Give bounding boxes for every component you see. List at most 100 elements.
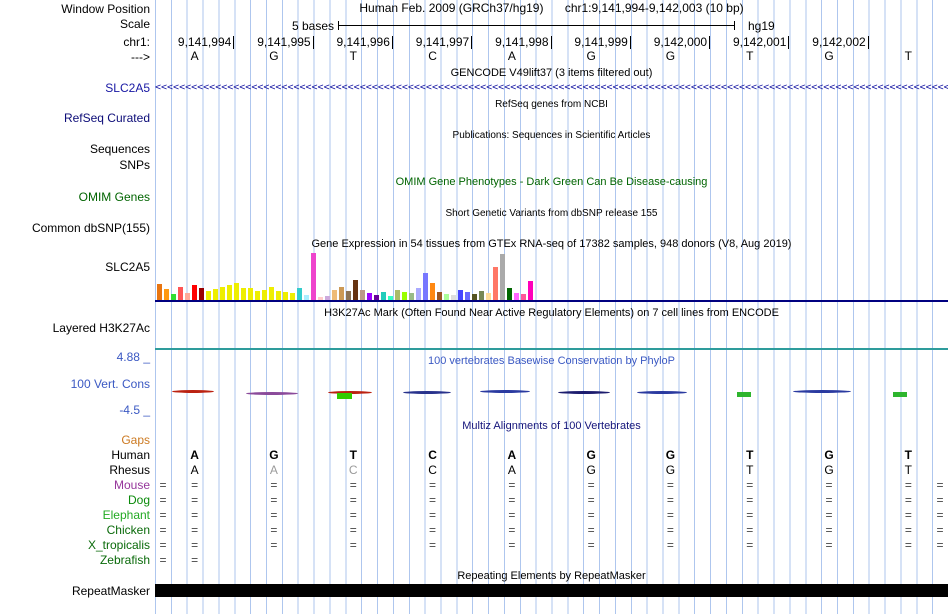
- h3k27ac-track-label[interactable]: Layered H3K27Ac: [0, 322, 150, 335]
- gencode-gene-line[interactable]: <<<<<<<<<<<<<<<<<<<<<<<<<<<<<<<<<<<<<<<<…: [155, 82, 948, 94]
- refseq-track-label[interactable]: RefSeq Curated: [0, 112, 150, 125]
- gtex-track-title[interactable]: Gene Expression in 54 tissues from GTEx …: [155, 238, 948, 251]
- gtex-expression-bar[interactable]: [430, 283, 435, 300]
- gtex-baseline: [155, 300, 948, 302]
- gtex-expression-bar[interactable]: [178, 287, 183, 300]
- species-label-dog[interactable]: Dog: [0, 494, 150, 507]
- gtex-expression-bar[interactable]: [353, 280, 358, 300]
- gtex-expression-bar[interactable]: [346, 291, 351, 300]
- alignment-cell: =: [666, 523, 674, 537]
- gtex-expression-bar[interactable]: [262, 290, 267, 300]
- gtex-expression-bar[interactable]: [185, 293, 190, 300]
- repeatmasker-bar[interactable]: [155, 584, 948, 597]
- alignment-cell: =: [904, 478, 912, 492]
- h3k27ac-track-title[interactable]: H3K27Ac Mark (Often Found Near Active Re…: [155, 307, 948, 320]
- repeatmasker-track-title[interactable]: Repeating Elements by RepeatMasker: [155, 570, 948, 583]
- alignment-cell: =: [429, 523, 437, 537]
- gtex-expression-bar[interactable]: [437, 292, 442, 300]
- alignment-cell: =: [349, 523, 357, 537]
- gtex-gene-label[interactable]: SLC2A5: [0, 261, 150, 274]
- gencode-track-title[interactable]: GENCODE V49lift37 (3 items filtered out): [155, 67, 948, 80]
- gtex-expression-bar[interactable]: [255, 291, 260, 300]
- gtex-expression-bar[interactable]: [206, 291, 211, 300]
- gtex-expression-bar[interactable]: [290, 293, 295, 300]
- alignment-cell: =: [666, 478, 674, 492]
- dbsnp-track-title[interactable]: Short Genetic Variants from dbSNP releas…: [155, 207, 948, 220]
- alignment-cell: =: [508, 538, 516, 552]
- gtex-expression-bar[interactable]: [164, 289, 169, 300]
- species-label-zebrafish[interactable]: Zebrafish: [0, 554, 150, 567]
- cons-track-label[interactable]: 100 Vert. Cons: [0, 378, 150, 391]
- refseq-track-title[interactable]: RefSeq genes from NCBI: [155, 98, 948, 111]
- gtex-expression-bar[interactable]: [220, 287, 225, 300]
- species-label-x_tropicalis[interactable]: X_tropicalis: [0, 539, 150, 552]
- gtex-expression-bar[interactable]: [157, 284, 162, 300]
- gtex-expression-bar[interactable]: [409, 293, 414, 300]
- gtex-expression-bar[interactable]: [493, 267, 498, 300]
- sequences-track-label[interactable]: Sequences: [0, 143, 150, 156]
- ucsc-genome-browser-view: Window Position Human Feb. 2009 (GRCh37/…: [0, 0, 950, 614]
- gtex-expression-bar[interactable]: [367, 293, 372, 300]
- alignment-cell: =: [825, 538, 833, 552]
- gtex-expression-bar[interactable]: [402, 292, 407, 300]
- species-label-gaps[interactable]: Gaps: [0, 434, 150, 447]
- alignment-cell: =: [825, 478, 833, 492]
- gtex-expression-bar[interactable]: [416, 288, 421, 300]
- reference-base: A: [507, 49, 516, 63]
- gtex-expression-bar[interactable]: [199, 288, 204, 300]
- cons-track-title[interactable]: 100 vertebrates Basewise Conservation by…: [155, 355, 948, 368]
- gtex-expression-bar[interactable]: [514, 293, 519, 300]
- alignment-cell: =: [904, 538, 912, 552]
- alignment-cell: =: [587, 508, 595, 522]
- gtex-expression-bar[interactable]: [234, 283, 239, 300]
- gtex-expression-bar[interactable]: [269, 287, 274, 300]
- species-label-human[interactable]: Human: [0, 449, 150, 462]
- alignment-cell: =: [746, 523, 754, 537]
- gencode-track-label[interactable]: SLC2A5: [0, 82, 150, 95]
- gtex-expression-bar[interactable]: [507, 288, 512, 300]
- gtex-expression-bar[interactable]: [395, 290, 400, 300]
- species-label-elephant[interactable]: Elephant: [0, 509, 150, 522]
- dbsnp-track-label[interactable]: Common dbSNP(155): [0, 222, 150, 235]
- gtex-expression-bar[interactable]: [339, 287, 344, 300]
- phylop-mark: [893, 392, 907, 397]
- species-label-mouse[interactable]: Mouse: [0, 479, 150, 492]
- omim-track-title[interactable]: OMIM Gene Phenotypes - Dark Green Can Be…: [155, 176, 948, 189]
- alignment-cell: =: [508, 493, 516, 507]
- coordinate-label: 9,141,995: [237, 36, 314, 49]
- gtex-expression-bar[interactable]: [381, 292, 386, 300]
- species-label-chicken[interactable]: Chicken: [0, 524, 150, 537]
- gtex-expression-bar[interactable]: [311, 253, 316, 300]
- repeatmasker-track-label[interactable]: RepeatMasker: [0, 585, 150, 598]
- gtex-expression-bar[interactable]: [241, 288, 246, 300]
- gtex-expression-bar[interactable]: [276, 291, 281, 300]
- species-label-rhesus[interactable]: Rhesus: [0, 464, 150, 477]
- multiz-track-title[interactable]: Multiz Alignments of 100 Vertebrates: [155, 420, 948, 433]
- gtex-expression-bar[interactable]: [297, 288, 302, 300]
- alignment-cell: =: [429, 493, 437, 507]
- gtex-expression-bar[interactable]: [479, 291, 484, 300]
- gtex-expression-bar[interactable]: [332, 290, 337, 300]
- gtex-expression-bar[interactable]: [248, 288, 253, 300]
- gtex-expression-bar[interactable]: [528, 281, 533, 300]
- coordinate-label: 9,141,999: [554, 36, 631, 49]
- gtex-expression-bar[interactable]: [465, 292, 470, 300]
- alignment-cell: =: [159, 508, 167, 522]
- omim-track-label[interactable]: OMIM Genes: [0, 191, 150, 204]
- gtex-expression-bar[interactable]: [360, 290, 365, 300]
- alignment-cell: A: [507, 463, 516, 477]
- gtex-expression-bar[interactable]: [423, 273, 428, 300]
- gtex-expression-bar[interactable]: [192, 285, 197, 300]
- gtex-expression-bar[interactable]: [458, 290, 463, 300]
- snps-track-label[interactable]: SNPs: [0, 159, 150, 172]
- gtex-expression-bar[interactable]: [283, 292, 288, 300]
- alignment-cell: =: [159, 493, 167, 507]
- gtex-expression-bar[interactable]: [500, 254, 505, 300]
- gtex-expression-bar[interactable]: [227, 285, 232, 300]
- gtex-expression-bar[interactable]: [486, 293, 491, 300]
- publications-track-title[interactable]: Publications: Sequences in Scientific Ar…: [155, 129, 948, 142]
- gtex-expression-bar[interactable]: [213, 289, 218, 300]
- reference-base: G: [824, 49, 834, 63]
- assembly-tag: hg19: [748, 19, 775, 33]
- alignment-cell: =: [936, 523, 944, 537]
